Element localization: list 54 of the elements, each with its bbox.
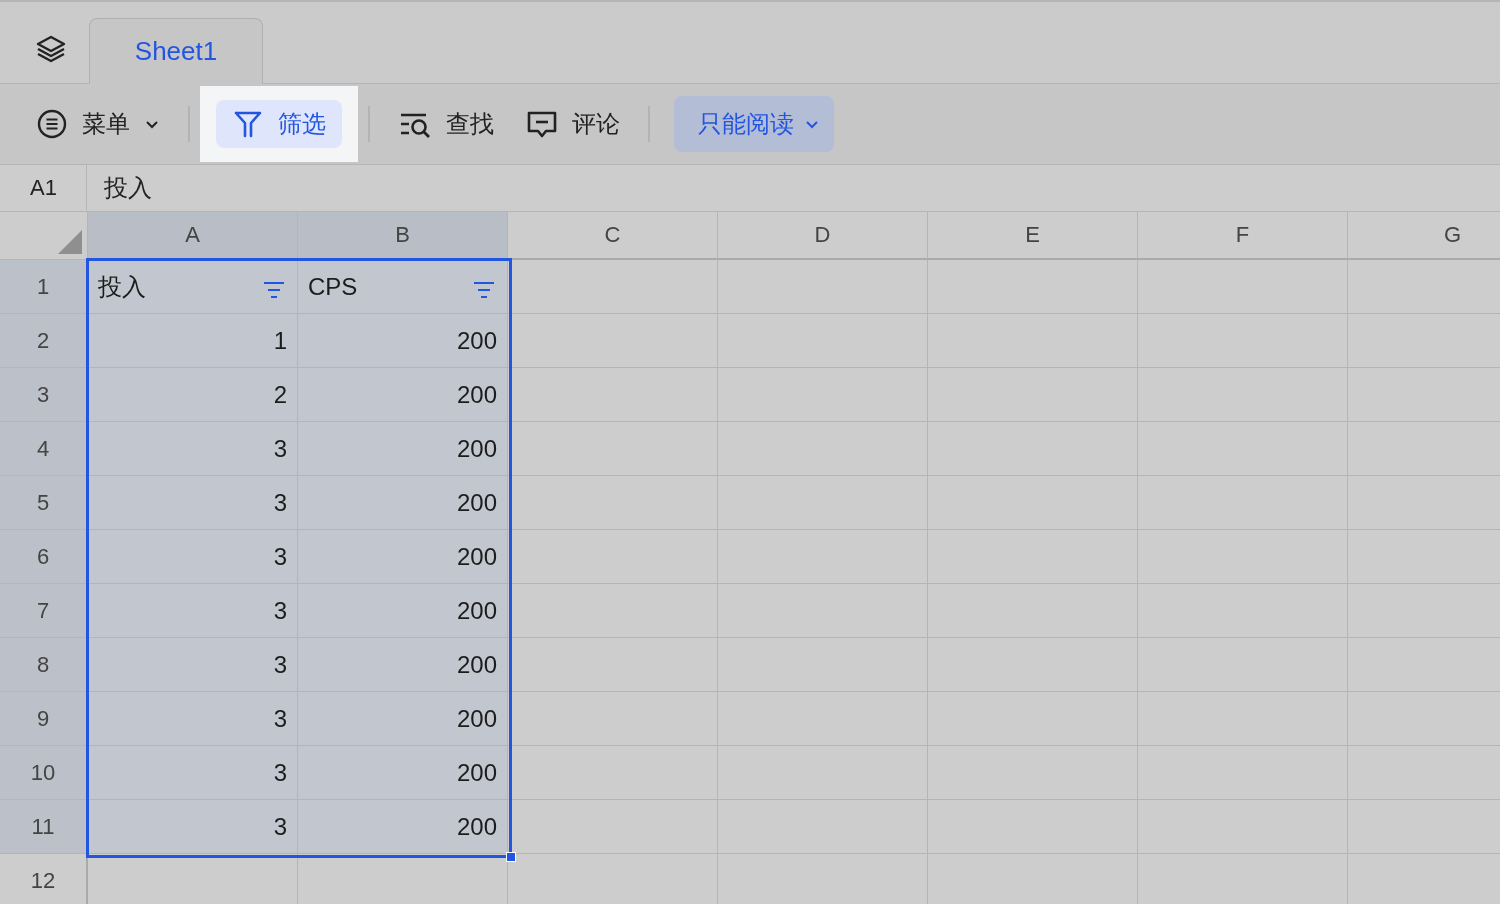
row-header[interactable]: 8 bbox=[0, 638, 88, 692]
cell-text: 200 bbox=[456, 596, 497, 625]
column-header[interactable]: A bbox=[88, 212, 298, 260]
sheet-tab[interactable]: Sheet1 bbox=[89, 18, 263, 84]
cell-text: 3 bbox=[273, 542, 287, 571]
cell-text: 200 bbox=[456, 758, 497, 787]
cell-text: 3 bbox=[273, 434, 287, 463]
cell-text: 200 bbox=[456, 812, 497, 841]
row-header[interactable]: 9 bbox=[0, 692, 88, 746]
cell-text: 3 bbox=[273, 758, 287, 787]
row-header[interactable]: 4 bbox=[0, 422, 88, 476]
cell-text: 投入 bbox=[98, 271, 146, 302]
filter-lines-icon[interactable] bbox=[263, 280, 285, 300]
column-header[interactable]: B bbox=[298, 212, 508, 260]
row-header[interactable]: 11 bbox=[0, 800, 88, 854]
column-header[interactable]: E bbox=[928, 212, 1138, 260]
filter-button[interactable]: 筛选 bbox=[216, 100, 342, 148]
cell-text: 200 bbox=[456, 434, 497, 463]
column-header[interactable]: C bbox=[508, 212, 718, 260]
cell-text: 200 bbox=[456, 488, 497, 517]
cell-text: 1 bbox=[273, 326, 287, 355]
column-header[interactable]: D bbox=[718, 212, 928, 260]
cell-text: 3 bbox=[273, 812, 287, 841]
cell-text: 3 bbox=[273, 596, 287, 625]
cell-text: 200 bbox=[456, 326, 497, 355]
permission-dropdown[interactable]: 只能阅读 bbox=[674, 96, 834, 152]
cell-text: 3 bbox=[273, 488, 287, 517]
cell-text: 200 bbox=[456, 650, 497, 679]
menu-button[interactable]: 菜单 bbox=[20, 100, 176, 148]
column-header[interactable]: G bbox=[1348, 212, 1500, 260]
row-header[interactable]: 10 bbox=[0, 746, 88, 800]
cell-text: 200 bbox=[456, 380, 497, 409]
formula-field[interactable]: 投入 bbox=[87, 165, 1500, 211]
cell-text: 2 bbox=[273, 380, 287, 409]
row-header[interactable]: 7 bbox=[0, 584, 88, 638]
row-header[interactable]: 1 bbox=[0, 260, 88, 314]
row-header[interactable]: 5 bbox=[0, 476, 88, 530]
list-circle-icon bbox=[36, 108, 68, 140]
cell-text: 3 bbox=[273, 704, 287, 733]
row-header[interactable]: 6 bbox=[0, 530, 88, 584]
row-header[interactable]: 12 bbox=[0, 854, 88, 904]
filter-lines-icon[interactable] bbox=[473, 280, 495, 300]
comment-button[interactable]: 评论 bbox=[510, 100, 636, 148]
cell-reference: A1 bbox=[0, 165, 87, 211]
cell-text: 200 bbox=[456, 542, 497, 571]
find-button[interactable]: 查找 bbox=[382, 100, 510, 148]
cell-text: CPS bbox=[308, 272, 358, 301]
row-header[interactable]: 2 bbox=[0, 314, 88, 368]
column-header[interactable]: F bbox=[1138, 212, 1348, 260]
cell-text: 3 bbox=[273, 650, 287, 679]
row-header[interactable]: 3 bbox=[0, 368, 88, 422]
layers-icon[interactable] bbox=[35, 33, 67, 65]
select-all-icon[interactable] bbox=[58, 230, 82, 254]
cell-text: 200 bbox=[456, 704, 497, 733]
